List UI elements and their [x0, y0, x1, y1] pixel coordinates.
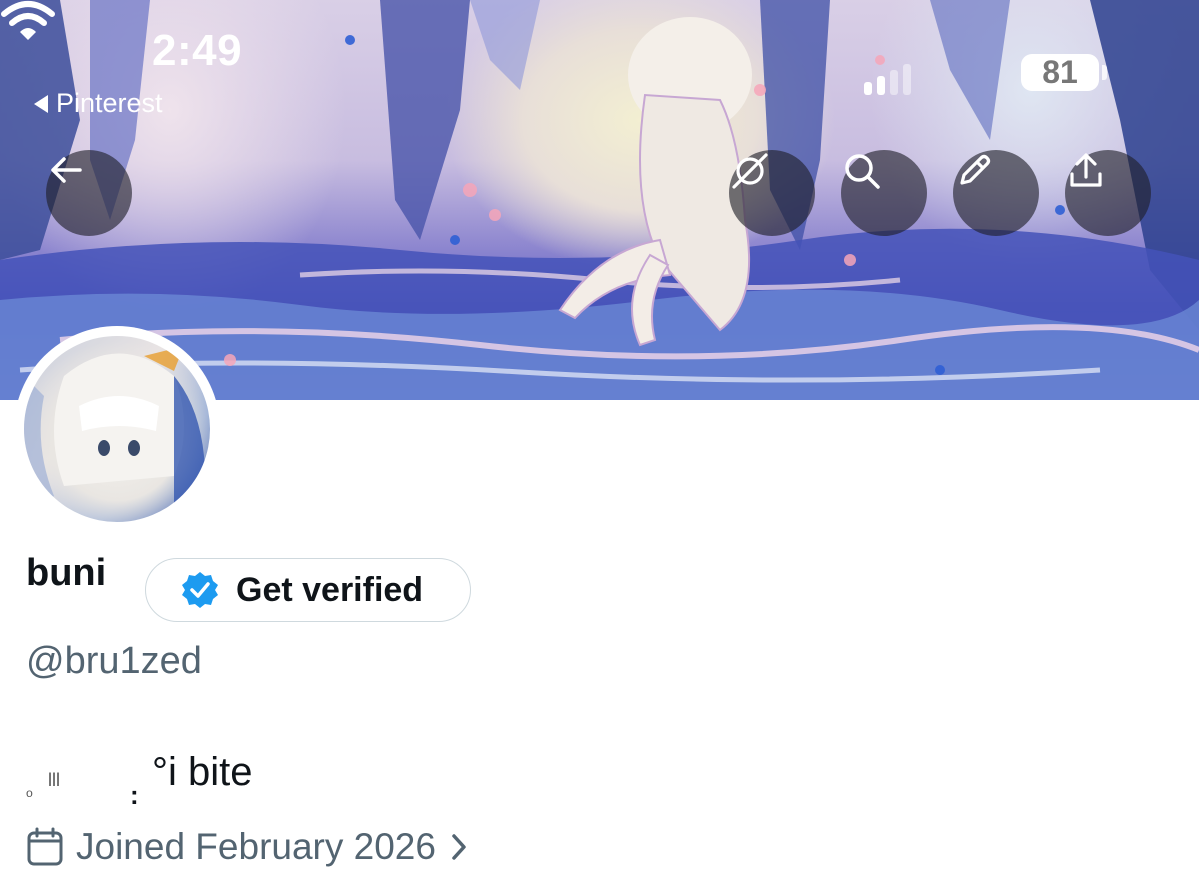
- get-verified-label: Get verified: [236, 570, 424, 609]
- get-verified-button[interactable]: Get verified: [145, 558, 471, 622]
- edit-icon: [960, 154, 991, 185]
- back-button[interactable]: [46, 150, 132, 236]
- bio-fragment: lll: [48, 770, 60, 790]
- chevron-right-icon: [452, 834, 466, 860]
- search-button[interactable]: [841, 150, 927, 236]
- verified-badge-icon: [182, 572, 218, 608]
- avatar-image: [24, 336, 210, 522]
- display-name: buni: [26, 552, 107, 594]
- profile-handle: @bru1zed: [26, 640, 202, 682]
- share-icon: [1070, 153, 1102, 187]
- search-icon: [845, 154, 880, 189]
- edit-button[interactable]: [953, 150, 1039, 236]
- back-app-label: Pinterest: [56, 88, 163, 118]
- back-triangle-icon: [34, 94, 48, 113]
- back-arrow-icon: [51, 157, 82, 183]
- back-to-app-link[interactable]: Pinterest: [34, 88, 163, 119]
- bio-fragment: :: [130, 780, 139, 810]
- grok-button[interactable]: [729, 150, 815, 236]
- cellular-signal-icon: [864, 64, 911, 95]
- profile-avatar[interactable]: [14, 326, 220, 532]
- bio-text: °i bite: [152, 750, 253, 794]
- calendar-icon: [27, 827, 63, 866]
- header-banner-image: 2:49 Pinterest 81: [0, 0, 1199, 400]
- joined-date-row[interactable]: Joined February 2026: [26, 823, 470, 871]
- battery-icon: 81: [1021, 54, 1099, 91]
- grok-icon: [732, 153, 768, 189]
- battery-cap: [1102, 65, 1107, 80]
- joined-date-label: Joined February 2026: [76, 826, 436, 867]
- share-button[interactable]: [1065, 150, 1151, 236]
- wifi-icon: [1, 1, 55, 40]
- profile-bio: ₒ lll : °i bite: [26, 750, 426, 810]
- status-time: 2:49: [152, 26, 243, 75]
- avatar-artwork: [24, 346, 210, 522]
- bio-fragment: ₒ: [26, 780, 33, 800]
